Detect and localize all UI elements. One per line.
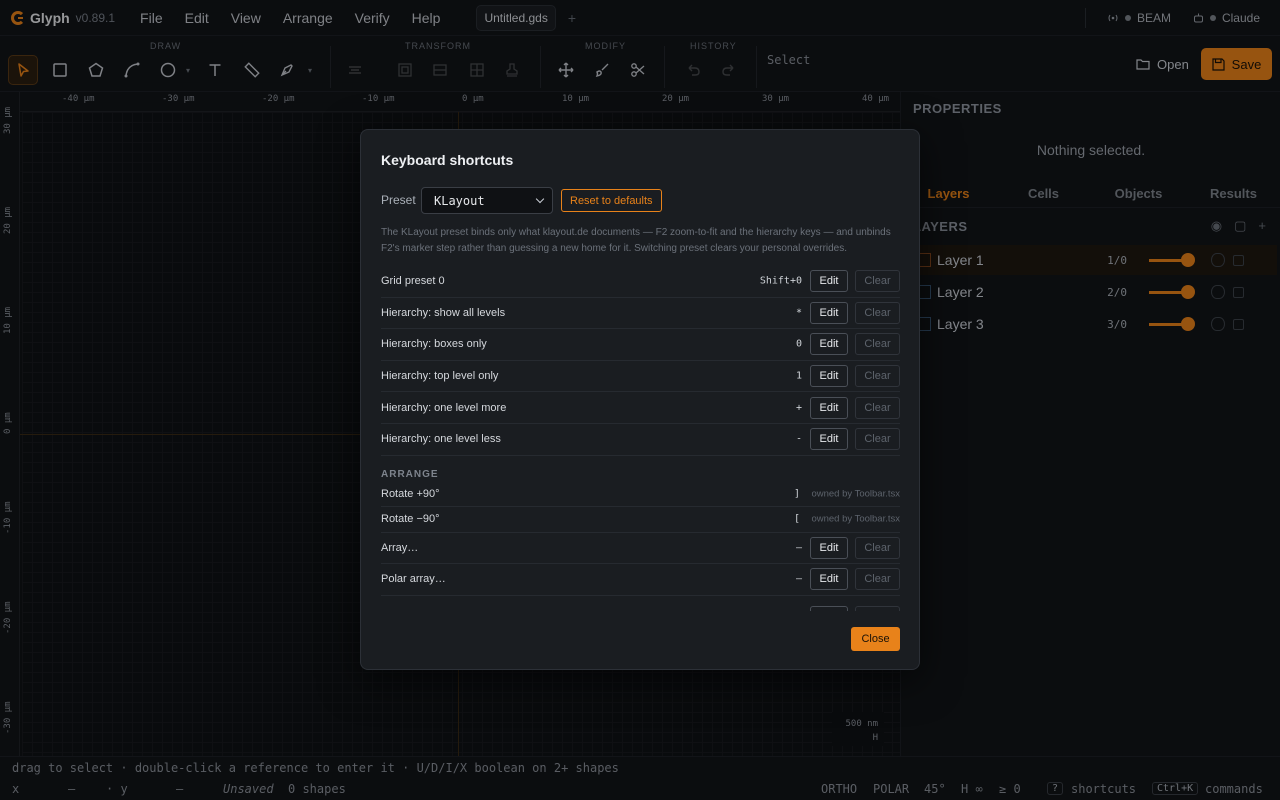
clear-button[interactable]: Clear — [855, 568, 900, 591]
preset-description: The KLayout preset binds only what klayo… — [381, 227, 891, 254]
shortcut-key: 1 — [795, 370, 802, 382]
shortcut-label: Rotate +90° — [381, 487, 440, 500]
reset-defaults-button[interactable]: Reset to defaults — [561, 189, 662, 212]
clear-button[interactable]: Clear — [855, 333, 900, 356]
shortcut-label: Hierarchy: one level more — [381, 401, 507, 414]
preset-select[interactable]: KLayout — [421, 187, 553, 214]
clear-button[interactable] — [855, 605, 900, 611]
close-button[interactable]: Close — [851, 627, 900, 651]
shortcut-row: Hierarchy: one level less - Edit Clear — [381, 424, 900, 456]
shortcut-key: ] — [793, 488, 800, 500]
shortcut-key: * — [795, 307, 802, 319]
edit-button[interactable]: Edit — [810, 301, 848, 324]
shortcut-label: Rotate −90° — [381, 513, 440, 526]
shortcut-label: Hierarchy: one level less — [381, 433, 501, 446]
edit-button[interactable]: Edit — [810, 333, 848, 356]
owned-by-note: owned by Toolbar.tsx — [811, 513, 900, 525]
shortcut-key: — — [795, 573, 802, 585]
shortcut-row: Hierarchy: one level more + Edit Clear — [381, 392, 900, 424]
shortcut-key: [ — [793, 513, 800, 525]
edit-button[interactable]: Edit — [810, 270, 848, 293]
shortcut-list[interactable]: Grid preset 0 Shift+0 Edit Clear Hierarc… — [381, 266, 900, 611]
shortcut-label: Grid preset 0 — [381, 275, 445, 288]
preset-label: Preset — [381, 193, 416, 207]
shortcut-row: Array… — Edit Clear — [381, 533, 900, 565]
shortcut-key: - — [795, 433, 802, 445]
shortcut-label: Array… — [381, 541, 419, 554]
shortcut-key: + — [795, 402, 802, 414]
dialog-title: Keyboard shortcuts — [381, 152, 514, 168]
shortcut-row: Rotate +90° ] owned by Toolbar.tsx — [381, 482, 900, 508]
shortcut-row: Grid preset 0 Shift+0 Edit Clear — [381, 266, 900, 298]
shortcut-label: Hierarchy: top level only — [381, 370, 499, 383]
clear-button[interactable]: Clear — [855, 270, 900, 293]
edit-button[interactable]: Edit — [810, 536, 848, 559]
shortcut-label: Polar array… — [381, 573, 446, 586]
edit-button[interactable] — [810, 605, 848, 611]
edit-button[interactable]: Edit — [810, 428, 848, 451]
clear-button[interactable]: Clear — [855, 396, 900, 419]
clear-button[interactable]: Clear — [855, 365, 900, 388]
shortcut-label: Hierarchy: show all levels — [381, 306, 506, 319]
owned-by-note: owned by Toolbar.tsx — [811, 488, 900, 500]
clear-button[interactable]: Clear — [855, 428, 900, 451]
shortcut-key: — — [795, 542, 802, 554]
shortcut-row: Hierarchy: boxes only 0 Edit Clear — [381, 329, 900, 361]
edit-button[interactable]: Edit — [810, 365, 848, 388]
clear-button[interactable]: Clear — [855, 301, 900, 324]
clear-button[interactable]: Clear — [855, 536, 900, 559]
shortcut-row: Polar array… — Edit Clear — [381, 564, 900, 596]
shortcut-key: 0 — [795, 338, 802, 350]
shortcut-key: Shift+0 — [759, 275, 802, 287]
section-header-arrange: ARRANGE — [381, 468, 439, 480]
edit-button[interactable]: Edit — [810, 396, 848, 419]
edit-button[interactable]: Edit — [810, 568, 848, 591]
shortcut-label: Hierarchy: boxes only — [381, 338, 487, 351]
shortcut-row — [381, 596, 900, 611]
keyboard-shortcuts-dialog: Keyboard shortcuts Preset KLayout Reset … — [360, 129, 920, 670]
shortcut-row: Rotate −90° [ owned by Toolbar.tsx — [381, 507, 900, 533]
shortcut-row: Hierarchy: show all levels * Edit Clear — [381, 298, 900, 330]
shortcut-row: Hierarchy: top level only 1 Edit Clear — [381, 361, 900, 393]
